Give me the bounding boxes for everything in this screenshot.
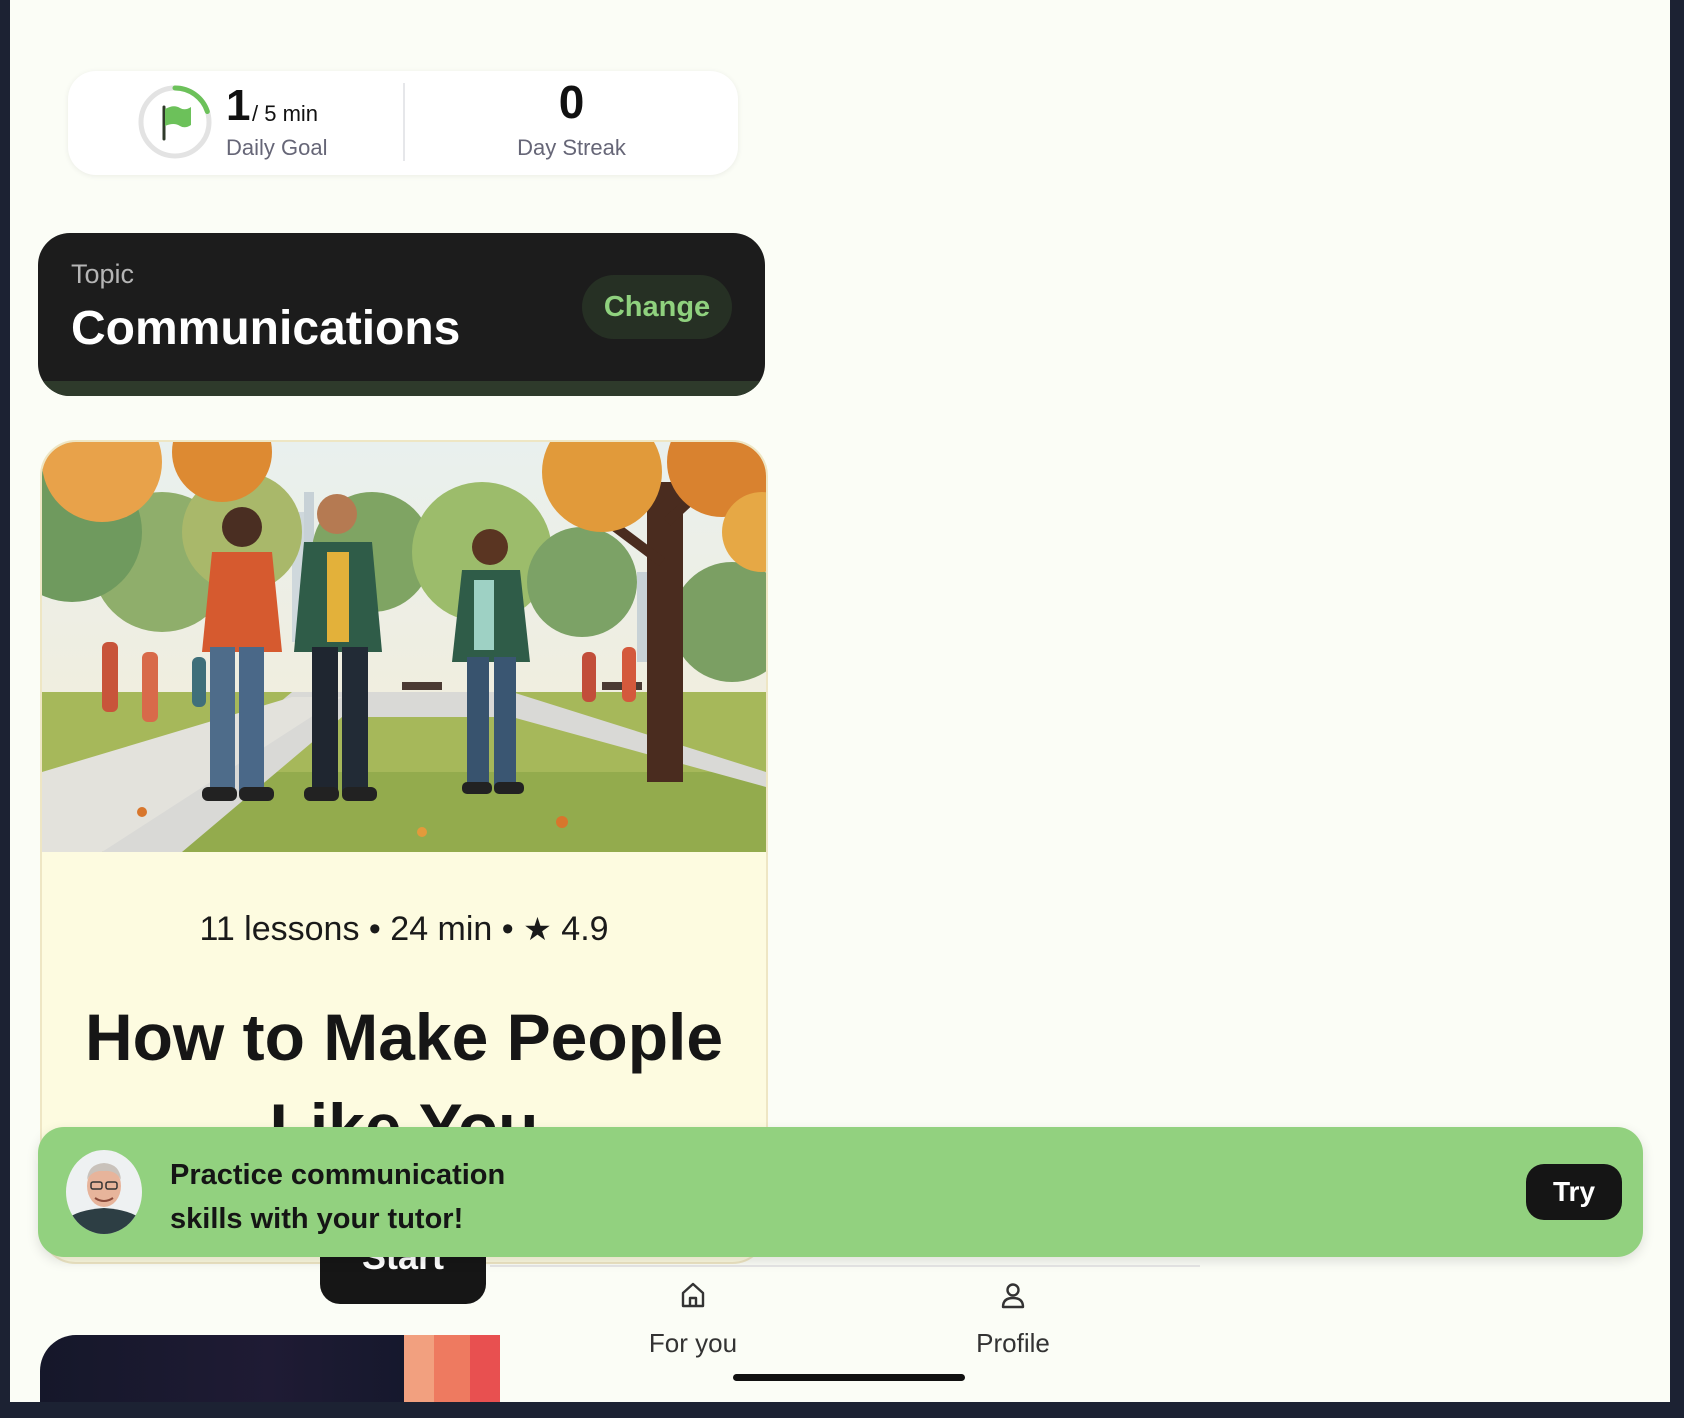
daily-goal-flag-icon (138, 85, 212, 159)
next-card-stripe (404, 1335, 434, 1402)
nav-tab-profile[interactable]: Profile (913, 1280, 1113, 1359)
day-streak-label: Day Streak (517, 135, 626, 160)
day-streak-value: 0 (558, 76, 585, 128)
tutor-banner[interactable]: Practice communication skills with your … (38, 1127, 1643, 1257)
next-card-stripe (434, 1335, 470, 1402)
star-icon: ★ (523, 911, 552, 947)
course-illustration-image (42, 442, 766, 852)
topic-card: Topic Communications Change (38, 233, 765, 396)
course-duration: 24 min (390, 910, 493, 948)
nav-divider (490, 1265, 1200, 1267)
tutor-banner-text: Practice communication skills with your … (170, 1153, 505, 1241)
nav-label-for-you: For you (648, 1328, 738, 1358)
change-topic-button[interactable]: Change (582, 275, 732, 339)
tutor-avatar (66, 1150, 142, 1234)
home-icon (681, 1282, 705, 1308)
person-icon (1001, 1283, 1025, 1309)
try-tutor-button[interactable]: Try (1526, 1164, 1622, 1220)
course-lessons-count: 11 lessons (199, 910, 360, 948)
topic-title: Communications (71, 302, 461, 355)
meta-separator: • (501, 910, 524, 948)
meta-separator: • (368, 910, 391, 948)
app-screen: 1 / 5 min Daily Goal 0 Day Streak Topic … (10, 0, 1670, 1402)
tutor-banner-line2: skills with your tutor! (170, 1203, 464, 1235)
window-edge (1670, 0, 1684, 1418)
stats-card: 1 / 5 min Daily Goal 0 Day Streak (68, 71, 738, 175)
course-meta: 11 lessons • 24 min • ★ 4.9 (42, 910, 766, 949)
nav-tab-for-you[interactable]: For you (593, 1280, 793, 1359)
home-indicator (733, 1374, 965, 1381)
daily-goal-value: 1 (226, 81, 251, 130)
course-rating: 4.9 (561, 910, 609, 948)
tutor-banner-line1: Practice communication (170, 1159, 506, 1191)
nav-label-profile: Profile (976, 1328, 1050, 1358)
daily-goal-unit: / 5 min (252, 101, 319, 126)
next-card-stripe (470, 1335, 500, 1402)
topic-label: Topic (71, 259, 135, 289)
daily-goal-label: Daily Goal (226, 135, 328, 160)
topic-card-strip (38, 381, 765, 396)
next-course-card[interactable] (40, 1335, 500, 1402)
